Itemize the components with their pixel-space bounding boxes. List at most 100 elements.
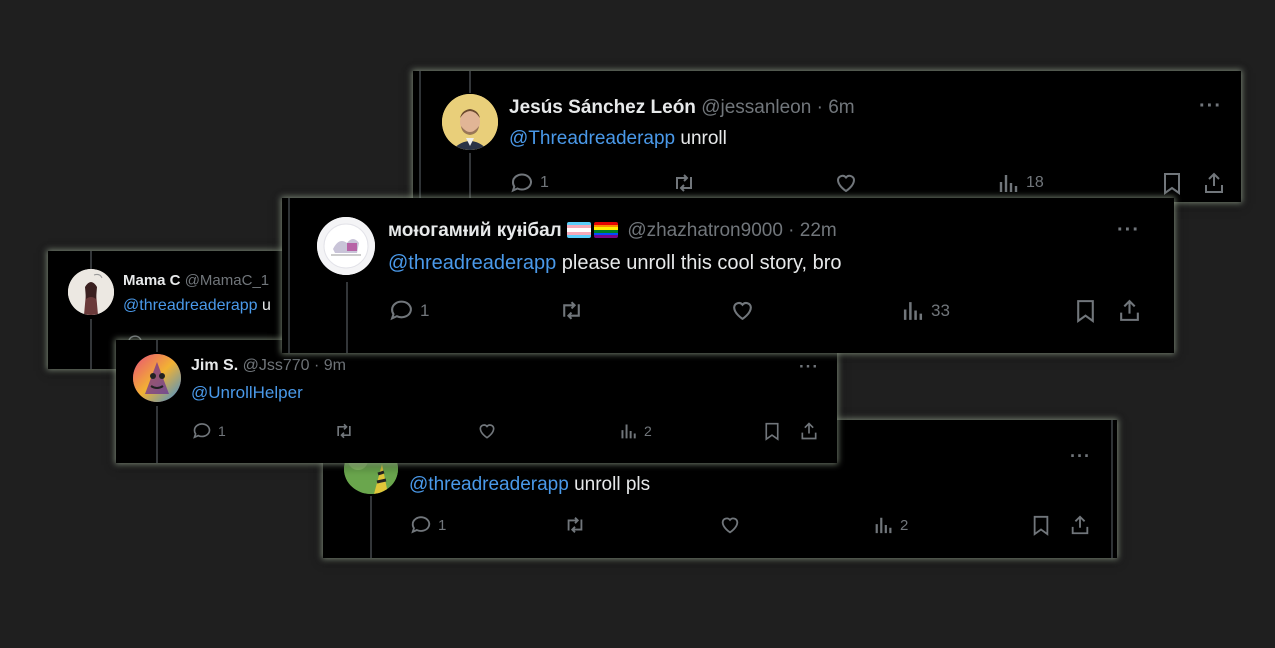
thread-border [1111, 420, 1113, 558]
share-button[interactable] [799, 421, 819, 441]
retweet-icon [563, 301, 580, 320]
mention-link[interactable]: @threadreaderapp [388, 252, 556, 274]
views-count: 2 [644, 423, 652, 439]
author-name[interactable]: Jesús Sánchez León [509, 97, 696, 118]
like-button[interactable] [477, 421, 497, 441]
share-icon [1120, 299, 1139, 321]
like-button[interactable] [834, 171, 858, 195]
author-handle[interactable]: @Jss770 [243, 357, 310, 374]
author-name[interactable]: Jim S. [191, 357, 238, 374]
like-icon [721, 517, 739, 534]
avatar[interactable] [133, 354, 181, 402]
mention-link[interactable]: @threadreaderapp [123, 297, 258, 314]
avatar[interactable] [317, 217, 375, 275]
timestamp[interactable]: 9m [324, 357, 346, 374]
share-button[interactable] [1202, 171, 1226, 195]
rainbow-flag-icon [594, 222, 619, 238]
views-button[interactable]: 2 [620, 421, 652, 441]
thread-border [419, 71, 421, 202]
thread-line [469, 71, 471, 93]
bookmark-icon [1077, 300, 1094, 323]
views-icon [621, 424, 636, 439]
bookmark-button[interactable] [1031, 514, 1051, 536]
like-button[interactable] [730, 298, 755, 323]
views-count: 18 [1026, 174, 1044, 191]
avatar[interactable] [442, 94, 498, 150]
timestamp[interactable]: 22m [800, 220, 837, 241]
reply-button[interactable]: 1 [510, 171, 549, 195]
views-icon [875, 517, 892, 534]
like-icon [733, 302, 752, 321]
bookmark-icon [765, 422, 779, 441]
tweet-text: u [257, 297, 271, 314]
thread-line [288, 198, 290, 353]
reply-count: 1 [420, 300, 430, 320]
reply-icon [193, 423, 211, 439]
more-icon[interactable]: ··· [1070, 446, 1091, 467]
retweet-icon [567, 517, 583, 533]
avatar[interactable] [68, 269, 114, 315]
retweet-button[interactable] [558, 298, 585, 323]
reply-icon [511, 173, 532, 193]
author-handle[interactable]: @jessanleon [701, 97, 811, 118]
reply-count: 1 [218, 423, 226, 439]
author-name[interactable]: Mama C [123, 272, 181, 289]
share-button[interactable] [1069, 514, 1091, 536]
thread-line [156, 340, 158, 352]
thread-line [90, 319, 92, 369]
mention-link[interactable]: @UnrollHelper [191, 383, 303, 402]
views-icon [999, 175, 1018, 192]
timestamp[interactable]: 6m [828, 97, 854, 118]
thread-line [346, 282, 348, 353]
more-icon[interactable]: ··· [799, 357, 819, 377]
views-button[interactable]: 18 [998, 171, 1044, 195]
author-handle[interactable]: @MamaC_1 [185, 272, 269, 289]
mention-link[interactable]: @threadreaderapp [409, 474, 569, 495]
share-icon [1071, 515, 1089, 535]
views-count: 33 [931, 300, 950, 320]
thread-line [156, 406, 158, 463]
tweet-text: please unroll this cool story, bro [556, 252, 842, 274]
bookmark-button[interactable] [763, 421, 781, 441]
reply-count: 1 [438, 516, 447, 534]
reply-icon [411, 516, 431, 534]
reply-button[interactable]: 1 [192, 421, 226, 441]
share-button[interactable] [1117, 298, 1142, 323]
more-icon[interactable]: ··· [1117, 219, 1140, 242]
like-icon [836, 174, 856, 193]
tweet-card-zhazhatron[interactable]: моᵻогамᵻий куᵻібал @zhazhatron9000 · 22m… [282, 198, 1174, 353]
thread-line [90, 251, 92, 269]
more-icon[interactable]: ··· [1199, 95, 1222, 118]
share-icon [801, 422, 817, 440]
tweet-card-jim[interactable]: Jim S. @Jss770 · 9m ··· @UnrollHelper 1 … [116, 340, 837, 463]
author-handle[interactable]: @zhazhatron9000 [627, 220, 783, 241]
separator: · [816, 97, 823, 118]
transgender-flag-icon [567, 222, 592, 238]
reply-icon [390, 300, 412, 321]
share-icon [1205, 172, 1223, 193]
views-button[interactable]: 33 [902, 298, 950, 323]
like-icon [479, 424, 495, 439]
retweet-button[interactable] [671, 171, 697, 195]
tweet-text: unroll pls [568, 474, 651, 495]
bookmark-button[interactable] [1074, 298, 1097, 323]
retweet-button[interactable] [333, 421, 355, 441]
retweet-button[interactable] [563, 514, 587, 536]
bookmark-icon [1033, 515, 1049, 536]
separator: · [313, 357, 320, 374]
views-icon [903, 302, 923, 320]
reply-button[interactable]: 1 [410, 514, 446, 536]
bookmark-icon [1164, 173, 1180, 195]
bookmark-button[interactable] [1161, 171, 1183, 195]
tweet-card-jesus[interactable]: Jesús Sánchez León @jessanleon · 6m ··· … [413, 71, 1241, 202]
like-button[interactable] [719, 514, 741, 536]
reply-count: 1 [540, 174, 549, 191]
retweet-icon [337, 423, 351, 439]
views-button[interactable]: 2 [874, 514, 908, 536]
mention-link[interactable]: @Threadreaderapp [509, 128, 675, 149]
author-name[interactable]: моᵻогамᵻий куᵻібал [388, 220, 562, 241]
separator: · [788, 220, 795, 241]
retweet-icon [676, 174, 692, 192]
tweet-text: unroll [675, 128, 727, 149]
reply-button[interactable]: 1 [389, 298, 429, 323]
